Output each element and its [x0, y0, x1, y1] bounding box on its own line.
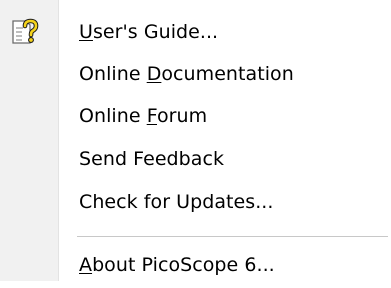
menu-separator	[77, 236, 389, 238]
menu-item-label: About PicoScope 6...	[79, 254, 275, 276]
menu-item-online-documentation[interactable]: Online Documentation	[58, 51, 388, 97]
menu-item-about[interactable]: About PicoScope 6...	[58, 242, 388, 288]
help-document-icon	[12, 18, 39, 44]
menu-item-send-feedback[interactable]: Send Feedback	[58, 136, 388, 182]
help-menu: User's Guide... Online Documentation Onl…	[0, 0, 391, 281]
menu-item-users-guide[interactable]: User's Guide...	[12, 9, 388, 55]
menu-item-label: Check for Updates...	[79, 191, 274, 213]
menu-item-label: Send Feedback	[79, 148, 225, 170]
menu-item-online-forum[interactable]: Online Forum	[58, 93, 388, 139]
menu-item-label: Online Forum	[79, 105, 208, 127]
menu-item-label: User's Guide...	[79, 21, 219, 43]
menu-item-check-for-updates[interactable]: Check for Updates...	[58, 179, 388, 225]
menu-item-label: Online Documentation	[79, 63, 294, 85]
